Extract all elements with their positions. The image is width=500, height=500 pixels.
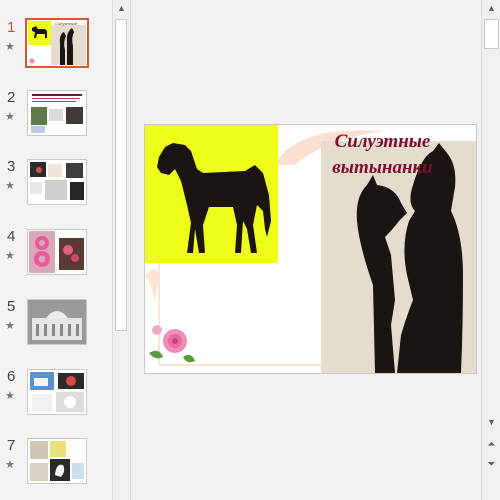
slide-thumbnail-6[interactable]: 6 ★ bbox=[0, 368, 112, 428]
slide-title[interactable]: Силуэтные вытынанки bbox=[295, 129, 470, 181]
slide-number: 7 bbox=[7, 437, 16, 454]
slide-thumbnail-7[interactable]: 7 ★ bbox=[0, 437, 112, 497]
scroll-down-button[interactable]: ▼ bbox=[482, 414, 500, 431]
scroll-up-button[interactable]: ▲ bbox=[482, 0, 500, 17]
slide-thumbnail-3[interactable]: 3 ★ bbox=[0, 158, 112, 218]
animation-star-icon: ★ bbox=[5, 390, 15, 402]
scroll-thumb[interactable] bbox=[484, 19, 499, 49]
double-chevron-up-icon: ⏶ bbox=[487, 439, 496, 450]
slide-preview bbox=[27, 90, 87, 136]
animation-star-icon: ★ bbox=[5, 320, 15, 332]
slide-number: 3 bbox=[7, 158, 16, 175]
svg-text:Силуэтные: Силуэтные bbox=[55, 21, 78, 26]
slide-canvas[interactable]: Силуэтные вытынанки bbox=[144, 124, 477, 374]
thumbnail-scrollbar[interactable]: ▲ bbox=[112, 0, 131, 500]
slide-thumbnail-2[interactable]: 2 ★ bbox=[0, 89, 112, 149]
title-line-2: вытынанки bbox=[332, 157, 433, 178]
double-chevron-down-icon: ⏷ bbox=[487, 459, 496, 470]
slide-number: 4 bbox=[7, 228, 16, 245]
scroll-thumb[interactable] bbox=[115, 19, 127, 331]
title-line-1: Силуэтные bbox=[334, 131, 431, 152]
slide-number: 1 bbox=[7, 19, 16, 36]
triangle-down-icon: ▼ bbox=[487, 417, 496, 427]
slide-number: 5 bbox=[7, 298, 16, 315]
animation-star-icon: ★ bbox=[5, 41, 15, 53]
previous-slide-button[interactable]: ⏶ bbox=[482, 436, 500, 453]
slide-thumbnail-pane: 1 ★ Силуэтные 2 ★ 3 ★ 4 ★ 5 ★ 6 ★ 7 ★ bbox=[0, 0, 112, 500]
scroll-up-button[interactable]: ▲ bbox=[113, 0, 130, 17]
animation-star-icon: ★ bbox=[5, 459, 15, 471]
slide-preview: Силуэтные bbox=[25, 18, 89, 68]
slide-number: 2 bbox=[7, 89, 16, 106]
slide-thumbnail-5[interactable]: 5 ★ bbox=[0, 298, 112, 358]
slide-number: 6 bbox=[7, 368, 16, 385]
slide-preview bbox=[27, 229, 87, 275]
triangle-up-icon: ▲ bbox=[487, 3, 496, 13]
slide-thumbnail-4[interactable]: 4 ★ bbox=[0, 228, 112, 288]
triangle-up-icon: ▲ bbox=[117, 3, 126, 13]
slide-preview bbox=[27, 159, 87, 205]
animation-star-icon: ★ bbox=[5, 111, 15, 123]
slide-scrollbar[interactable]: ▲ ▼ ⏶ ⏷ bbox=[481, 0, 500, 500]
slide-preview bbox=[27, 369, 87, 415]
next-slide-button[interactable]: ⏷ bbox=[482, 456, 500, 473]
slide-preview bbox=[27, 299, 87, 345]
animation-star-icon: ★ bbox=[5, 250, 15, 262]
slide-preview bbox=[27, 438, 87, 484]
rose-image bbox=[149, 325, 195, 363]
animation-star-icon: ★ bbox=[5, 180, 15, 192]
slide-thumbnail-1[interactable]: 1 ★ Силуэтные bbox=[0, 18, 112, 79]
